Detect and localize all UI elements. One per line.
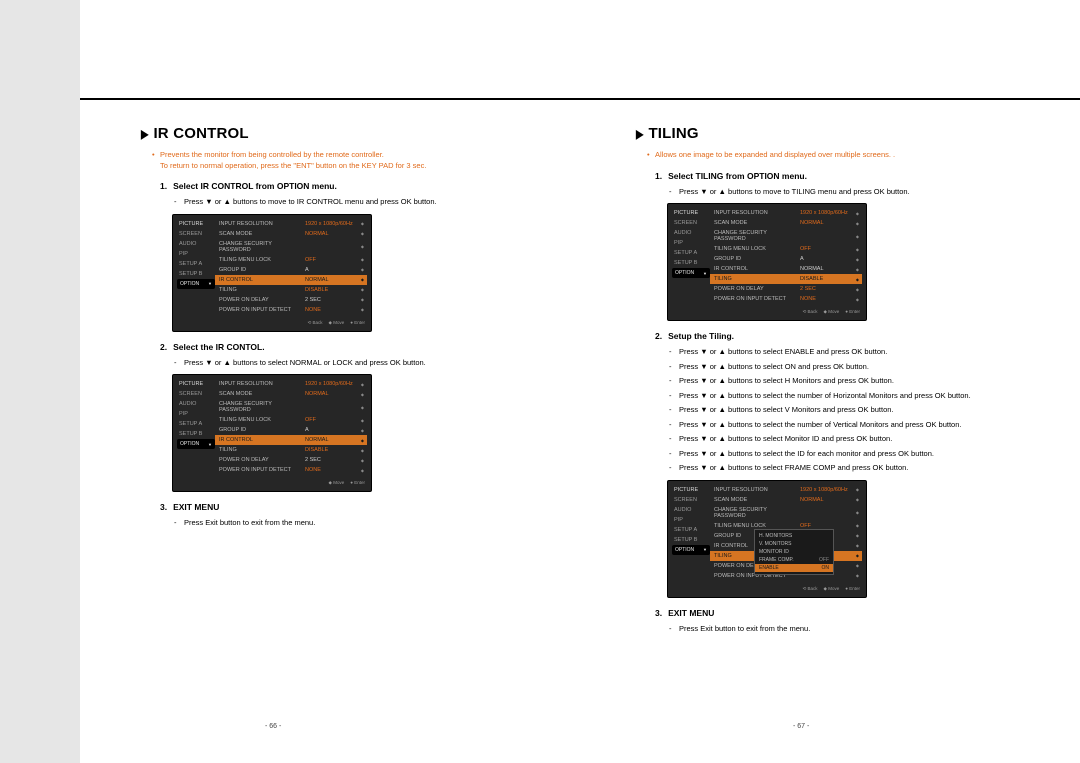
row-scan-mode: SCAN MODENORMAL — [215, 229, 367, 239]
sidebar-screen: SCREEN — [177, 229, 215, 239]
sub-monitor-id: MONITOR ID — [755, 548, 833, 556]
sidebar-setup-a: SETUP A — [177, 259, 215, 269]
ir-step3-head: 3.EXIT MENU — [160, 502, 545, 512]
ir-warning-note: •Prevents the monitor from being control… — [160, 150, 545, 171]
ir-step2-line: Press ▼ or ▲ buttons to select NORMAL or… — [184, 358, 545, 369]
sub-v-monitors: V. MONITORS — [755, 540, 833, 548]
tiling-step1-head: 1.Select TILING from OPTION menu. — [655, 171, 1040, 181]
hint-back: ⟲ Back — [307, 320, 322, 326]
sub-enable: ENABLEON — [755, 564, 833, 572]
top-rule — [80, 98, 1080, 100]
page-number-left: - 66 - — [265, 723, 281, 730]
osd-menu-ir2: PICTURE SCREEN AUDIO PIP SETUP A SETUP B… — [172, 374, 372, 492]
osd-menu-ir1: PICTURE SCREEN AUDIO PIP SETUP A SETUP B… — [172, 214, 372, 332]
row-group-id: GROUP IDA — [215, 265, 367, 275]
triangle-icon: ▶ — [141, 127, 149, 141]
sidebar-audio: AUDIO — [177, 239, 215, 249]
tiling-title-text: TILING — [648, 125, 698, 142]
row-ir-control: IR CONTROLNORMAL — [215, 275, 367, 285]
ir-title-text: IR CONTROL — [153, 125, 248, 142]
sub-frame-comp: FRAME COMP.OFF — [755, 556, 833, 564]
triangle-icon: ▶ — [636, 127, 644, 141]
osd-menu-tiling1: PICTURE SCREEN AUDIO PIP SETUP A SETUP B… — [667, 203, 867, 321]
tiling-step3-head: 3.EXIT MENU — [655, 608, 1040, 618]
ir-step-1: 1.Select IR CONTROL from OPTION menu. Pr… — [140, 181, 545, 332]
tiling-step-1: 1.Select TILING from OPTION menu. Press … — [635, 171, 1040, 322]
page: ▶ IR CONTROL •Prevents the monitor from b… — [0, 0, 1080, 763]
tiling-step1-line: Press ▼ or ▲ buttons to move to TILING m… — [679, 187, 1040, 198]
sidebar-picture: PICTURE — [177, 219, 215, 229]
row-tiling-lock: TILING MENU LOCKOFF — [215, 255, 367, 265]
ir-note-line1: Prevents the monitor from being controll… — [160, 150, 384, 159]
binding-strip — [0, 0, 80, 763]
ir-step2-head: 2.Select the IR CONTOL. — [160, 342, 545, 352]
tiling-step-3: 3.EXIT MENU Press Exit button to exit fr… — [635, 608, 1040, 635]
ir-step1-line: Press ▼ or ▲ buttons to move to IR CONTR… — [184, 197, 545, 208]
osd-body: INPUT RESOLUTION1920 x 1080p/60Hz SCAN M… — [215, 219, 367, 315]
row-tiling: TILINGDISABLE — [215, 285, 367, 295]
sidebar-option: OPTION — [177, 279, 215, 289]
section-title-tiling: ▶ TILING — [635, 125, 1040, 142]
tiling-step3-line: Press Exit button to exit from the menu. — [679, 624, 1040, 635]
sub-h-monitors: H. MONITORS — [755, 532, 833, 540]
tiling-step2-head: 2.Setup the Tiling. — [655, 331, 1040, 341]
section-title-ir: ▶ IR CONTROL — [140, 125, 545, 142]
col-ir-control: ▶ IR CONTROL •Prevents the monitor from b… — [140, 125, 545, 638]
content-columns: ▶ IR CONTROL •Prevents the monitor from b… — [140, 125, 1040, 638]
col-tiling: ▶ TILING •Allows one image to be expanded… — [635, 125, 1040, 638]
tiling-submenu: H. MONITORS V. MONITORS MONITOR ID FRAME… — [754, 529, 834, 575]
ir-note-line2: To return to normal operation, press the… — [160, 161, 426, 170]
tiling-note: •Allows one image to be expanded and dis… — [655, 150, 1040, 161]
ir-step-3: 3.EXIT MENU Press Exit button to exit fr… — [140, 502, 545, 529]
page-number-right: - 67 - — [793, 723, 809, 730]
row-power-input: POWER ON INPUT DETECTNONE — [215, 305, 367, 315]
tiling-step-2: 2.Setup the Tiling. Press ▼ or ▲ buttons… — [635, 331, 1040, 598]
hint-move: ◆ Move — [329, 320, 345, 326]
ir-step-2: 2.Select the IR CONTOL. Press ▼ or ▲ but… — [140, 342, 545, 493]
sidebar-setup-b: SETUP B — [177, 269, 215, 279]
ir-step1-head: 1.Select IR CONTROL from OPTION menu. — [160, 181, 545, 191]
hint-enter: ● Enter — [350, 320, 365, 326]
ir-step3-line: Press Exit button to exit from the menu. — [184, 518, 545, 529]
osd-sidebar: PICTURE SCREEN AUDIO PIP SETUP A SETUP B… — [177, 219, 215, 315]
row-input-res: INPUT RESOLUTION1920 x 1080p/60Hz — [215, 219, 367, 229]
row-power-delay: POWER ON DELAY2 SEC — [215, 295, 367, 305]
osd-menu-tiling2: PICTURE SCREEN AUDIO PIP SETUP A SETUP B… — [667, 480, 867, 598]
osd-footer: ⟲ Back ◆ Move ● Enter — [177, 319, 367, 327]
row-change-pw: CHANGE SECURITY PASSWORD — [215, 239, 367, 255]
sidebar-pip: PIP — [177, 249, 215, 259]
